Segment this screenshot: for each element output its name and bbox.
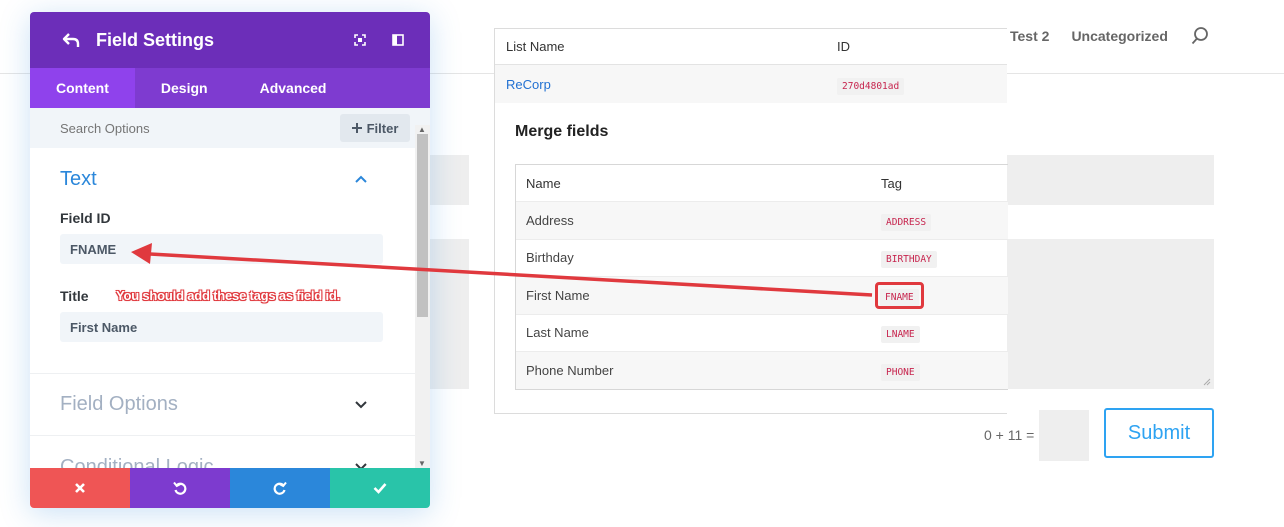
redo-icon bbox=[273, 481, 287, 495]
merge-field-tag: LNAME bbox=[881, 326, 920, 344]
panel-tabs: Content Design Advanced bbox=[30, 68, 430, 108]
search-icon[interactable] bbox=[1190, 26, 1210, 46]
search-options-input[interactable] bbox=[60, 120, 310, 136]
tab-content[interactable]: Content bbox=[30, 68, 135, 108]
section-text-header[interactable]: Text bbox=[30, 148, 415, 210]
merge-field-name: Address bbox=[526, 212, 574, 228]
table-row: Phone Number PHONE bbox=[516, 351, 1008, 389]
scroll-down-icon[interactable]: ▼ bbox=[418, 459, 426, 468]
highlight-box: FNAME bbox=[875, 281, 924, 309]
merge-tag-header: Tag bbox=[881, 175, 902, 191]
section-field-options[interactable]: Field Options bbox=[30, 374, 415, 436]
sidebar-toggle-icon[interactable] bbox=[392, 34, 404, 46]
form-field-bg bbox=[430, 239, 469, 389]
save-button[interactable] bbox=[330, 468, 430, 508]
merge-fields-title: Merge fields bbox=[515, 123, 609, 140]
filter-label: Filter bbox=[366, 120, 399, 136]
undo-back-icon[interactable] bbox=[62, 32, 80, 48]
table-row: Last Name LNAME bbox=[516, 313, 1008, 352]
plus-icon bbox=[351, 123, 362, 133]
discard-button[interactable] bbox=[30, 468, 130, 508]
merge-name-header: Name bbox=[526, 175, 561, 191]
list-row: ReCorp 270d4801ad bbox=[495, 65, 1007, 103]
section-title: Field Options bbox=[60, 393, 178, 415]
merge-field-name: First Name bbox=[526, 287, 590, 303]
panel-footer bbox=[30, 468, 430, 508]
form-textarea-bg[interactable] bbox=[1007, 239, 1214, 389]
undo-button[interactable] bbox=[130, 468, 230, 508]
undo-icon bbox=[173, 481, 187, 495]
scrollbar-thumb[interactable] bbox=[417, 134, 428, 317]
form-field-bg[interactable] bbox=[1007, 155, 1214, 205]
table-row: Birthday BIRTHDAY bbox=[516, 238, 1008, 277]
redo-button[interactable] bbox=[230, 468, 330, 508]
field-settings-panel: Field Settings Content Design Advanced F… bbox=[30, 12, 430, 508]
nav-item-test-2[interactable]: Test 2 bbox=[1010, 28, 1049, 44]
annotation-text: You should add these tags as field id. bbox=[116, 288, 341, 303]
list-name-link[interactable]: ReCorp bbox=[506, 77, 551, 92]
section-title: Conditional Logic bbox=[60, 455, 214, 469]
captcha-input[interactable] bbox=[1039, 410, 1089, 461]
tab-advanced[interactable]: Advanced bbox=[234, 68, 353, 108]
title-input[interactable] bbox=[60, 312, 383, 342]
search-options-row: Filter bbox=[30, 108, 430, 148]
panel-scrollbar[interactable]: ▲ ▼ bbox=[415, 125, 430, 468]
scroll-up-icon[interactable]: ▲ bbox=[418, 125, 426, 134]
merge-field-tag: PHONE bbox=[881, 363, 920, 381]
captcha-question: 0 + 11 = bbox=[984, 427, 1035, 443]
table-row: First Name FNAME bbox=[516, 276, 1008, 314]
merge-field-name: Birthday bbox=[526, 250, 574, 266]
merge-field-tag: FNAME bbox=[880, 288, 919, 306]
table-row: Address ADDRESS bbox=[516, 201, 1008, 239]
list-table-header: List Name ID bbox=[495, 29, 1007, 65]
list-name-header: List Name bbox=[506, 39, 565, 54]
mailchimp-list-info: List Name ID ReCorp 270d4801ad Merge fie… bbox=[494, 28, 1008, 414]
top-nav: Test 2 Uncategorized bbox=[1010, 26, 1210, 46]
merge-field-name: Phone Number bbox=[526, 362, 614, 378]
panel-body: Text Field ID Title Field Options Condit… bbox=[30, 148, 415, 468]
merge-field-tag: ADDRESS bbox=[881, 213, 932, 231]
chevron-up-icon[interactable] bbox=[355, 175, 367, 183]
list-id-header: ID bbox=[837, 39, 850, 54]
merge-table-header: Name Tag bbox=[516, 165, 1008, 201]
list-id-code: 270d4801ad bbox=[837, 77, 905, 95]
filter-button[interactable]: Filter bbox=[340, 114, 410, 142]
section-title: Text bbox=[60, 167, 97, 190]
chevron-down-icon[interactable] bbox=[355, 400, 367, 409]
tab-design[interactable]: Design bbox=[135, 68, 234, 108]
field-id-input[interactable] bbox=[60, 234, 383, 264]
merge-fields-table: Name Tag Address ADDRESS Birthday BIRTHD… bbox=[515, 164, 1008, 390]
panel-title: Field Settings bbox=[96, 29, 215, 50]
field-id-label: Field ID bbox=[60, 210, 111, 226]
close-icon bbox=[75, 483, 85, 493]
section-text: Text Field ID Title bbox=[30, 148, 415, 374]
expand-icon[interactable] bbox=[354, 34, 366, 46]
panel-header: Field Settings bbox=[30, 12, 430, 68]
merge-field-name: Last Name bbox=[526, 325, 589, 341]
merge-field-tag: BIRTHDAY bbox=[881, 251, 937, 269]
check-icon bbox=[373, 483, 387, 494]
submit-button[interactable]: Submit bbox=[1104, 408, 1214, 458]
form-field-bg bbox=[430, 155, 469, 205]
resize-grip-icon[interactable] bbox=[1203, 378, 1211, 386]
section-conditional-logic[interactable]: Conditional Logic bbox=[30, 436, 415, 468]
nav-item-uncategorized[interactable]: Uncategorized bbox=[1071, 28, 1167, 44]
